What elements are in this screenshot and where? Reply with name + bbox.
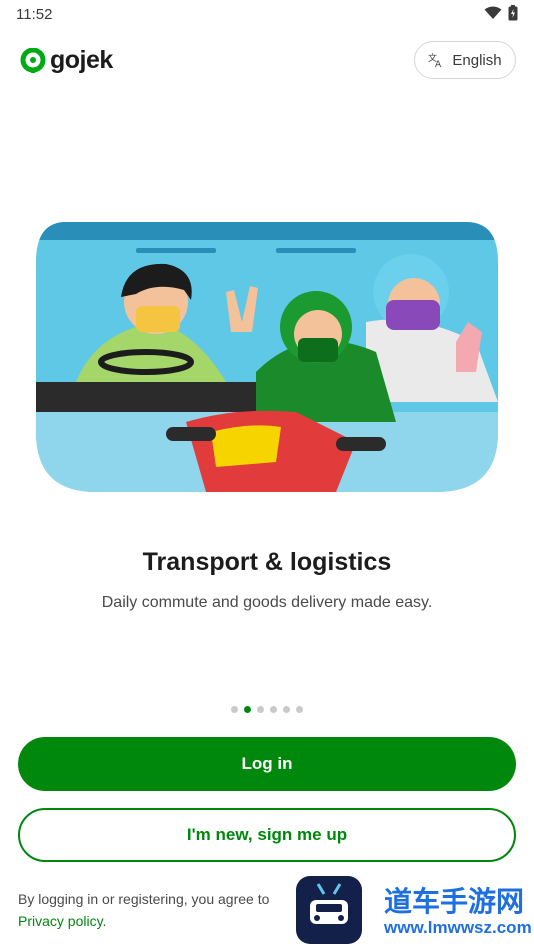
page-dot[interactable] bbox=[296, 706, 303, 713]
onboarding-title: Transport & logistics bbox=[142, 548, 392, 576]
language-label: English bbox=[452, 51, 502, 69]
page-dot[interactable] bbox=[283, 706, 290, 713]
language-button[interactable]: 文 A English bbox=[414, 41, 516, 79]
onboarding-subtitle: Daily commute and goods delivery made ea… bbox=[101, 594, 433, 611]
page-dot-active[interactable] bbox=[244, 706, 251, 713]
status-bar: 11:52 bbox=[0, 0, 534, 28]
status-time: 11:52 bbox=[16, 6, 53, 23]
svg-text:A: A bbox=[435, 60, 442, 68]
watermark-car-icon bbox=[296, 876, 362, 944]
page-dot[interactable] bbox=[270, 706, 277, 713]
status-icons bbox=[484, 5, 518, 21]
login-button[interactable]: Log in bbox=[18, 737, 516, 791]
legal-text: By logging in or registering, you agree … bbox=[18, 891, 270, 907]
page-dot[interactable] bbox=[257, 706, 264, 713]
brand-name: gojek bbox=[50, 46, 113, 74]
page-dot[interactable] bbox=[231, 706, 238, 713]
watermark-title: 道车手游网 bbox=[384, 886, 525, 917]
battery-icon bbox=[508, 5, 518, 21]
legal-suffix: . bbox=[102, 913, 107, 929]
onboarding-illustration bbox=[36, 222, 498, 492]
privacy-policy-link[interactable]: Privacy policy bbox=[18, 913, 103, 929]
translate-icon: 文 A bbox=[428, 52, 442, 68]
gojek-logo-icon bbox=[20, 47, 46, 73]
page-indicator bbox=[0, 706, 534, 713]
watermark: 道车手游网 www.lmwwsz.com bbox=[296, 874, 532, 946]
signup-button[interactable]: I'm new, sign me up bbox=[18, 808, 516, 862]
gojek-logo: gojek bbox=[20, 46, 113, 75]
app-header: gojek 文 A English bbox=[0, 36, 534, 86]
watermark-url: www.lmwwsz.com bbox=[384, 918, 532, 937]
wifi-icon bbox=[484, 6, 502, 19]
